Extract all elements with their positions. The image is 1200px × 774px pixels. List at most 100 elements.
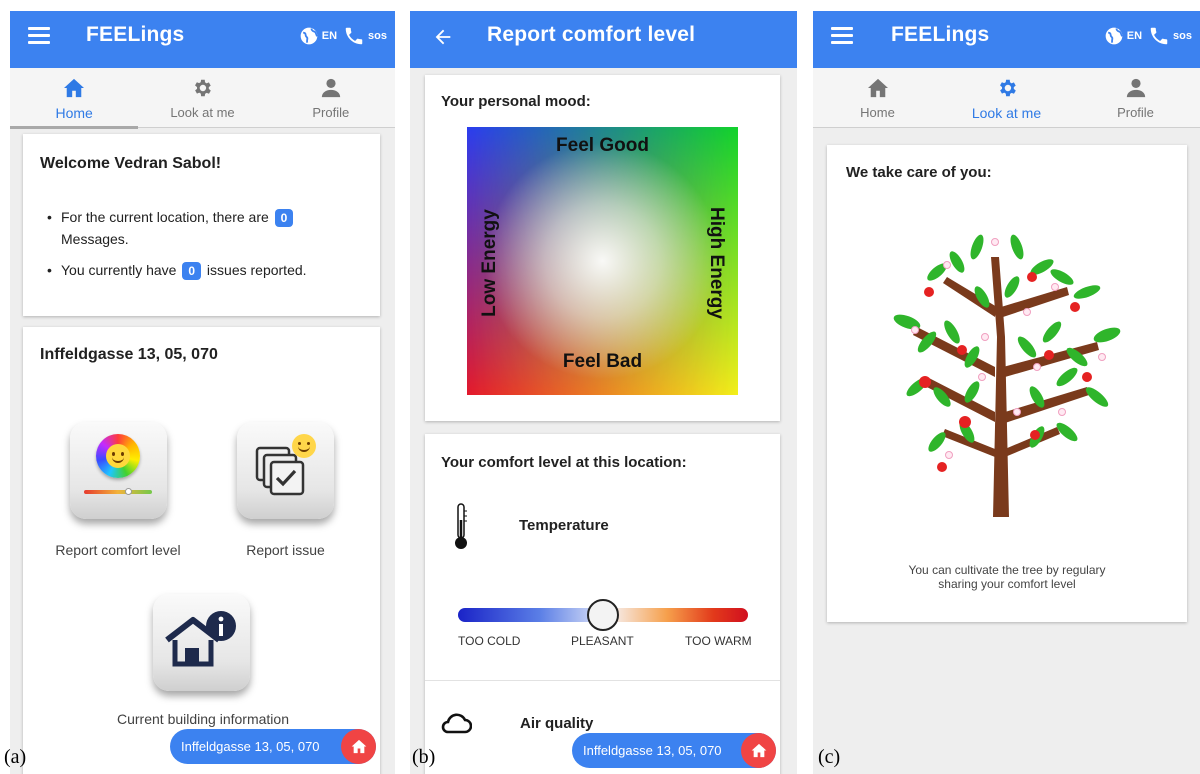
phone-icon bbox=[345, 27, 363, 45]
tab-bar: Home Look at me Profile bbox=[10, 68, 395, 129]
welcome-title: Welcome Vedran Sabol! bbox=[40, 155, 222, 172]
figure-label-b: (b) bbox=[412, 746, 436, 768]
mood-label-right: High Energy bbox=[706, 207, 727, 319]
messages-text-pre: For the current location, there are bbox=[61, 209, 269, 225]
tab-bar: Home Look at me Profile bbox=[813, 68, 1200, 128]
issues-count-badge[interactable]: 0 bbox=[182, 262, 202, 280]
tab-look-at-me-label: Look at me bbox=[971, 105, 1042, 121]
messages-text-post: Messages. bbox=[61, 231, 129, 247]
building-info-label[interactable]: Current building information bbox=[63, 711, 343, 727]
sos-button[interactable]: SOS bbox=[1148, 25, 1192, 47]
home-fab[interactable] bbox=[741, 733, 776, 768]
app-title: FEELings bbox=[86, 23, 185, 46]
tab-home-label: Home bbox=[860, 105, 895, 120]
cloud-icon bbox=[441, 713, 472, 734]
report-issue-button[interactable] bbox=[237, 422, 334, 519]
tree-caption-line1: You can cultivate the tree by regulary bbox=[908, 563, 1106, 577]
home-icon bbox=[751, 743, 766, 758]
tab-profile-label: Profile bbox=[1117, 105, 1154, 120]
app-bar: Report comfort level bbox=[410, 11, 797, 68]
globe-icon bbox=[1105, 27, 1123, 45]
app-bar: FEELings EN SOS bbox=[813, 11, 1200, 68]
language-button[interactable]: EN bbox=[299, 26, 337, 46]
tab-home-label: Home bbox=[55, 105, 93, 121]
language-button[interactable]: EN bbox=[1104, 26, 1142, 46]
sos-label: SOS bbox=[368, 30, 387, 42]
location-title: Inffeldgasse 13, 05, 070 bbox=[40, 346, 218, 363]
home-icon bbox=[351, 739, 366, 754]
screen-title: Report comfort level bbox=[487, 23, 696, 46]
location-pill[interactable]: Inffeldgasse 13, 05, 070 bbox=[170, 729, 376, 764]
person-icon bbox=[1123, 76, 1149, 100]
tab-indicator bbox=[10, 126, 138, 129]
back-arrow-icon[interactable] bbox=[432, 26, 454, 53]
figure-label-a: (a) bbox=[4, 746, 27, 768]
app-title: FEELings bbox=[891, 23, 990, 46]
menu-icon[interactable] bbox=[28, 27, 50, 49]
issues-bullet: • You currently have 0 issues reported. bbox=[47, 262, 307, 280]
home-icon bbox=[61, 76, 87, 100]
home-icon bbox=[865, 76, 891, 100]
building-info-button[interactable] bbox=[153, 594, 250, 691]
mood-card: Your personal mood: Feel Good Feel Bad L… bbox=[425, 75, 780, 421]
tab-look-at-me[interactable]: Look at me bbox=[138, 68, 266, 127]
temperature-slider-thumb[interactable] bbox=[587, 599, 619, 631]
location-pill-label: Inffeldgasse 13, 05, 070 bbox=[181, 739, 320, 754]
air-quality-label: Air quality bbox=[520, 715, 594, 732]
mood-label-bottom: Feel Bad bbox=[562, 351, 643, 372]
messages-count-badge[interactable]: 0 bbox=[274, 209, 294, 227]
divider bbox=[425, 680, 780, 681]
language-label: EN bbox=[1126, 30, 1143, 42]
figure-label-c: (c) bbox=[818, 746, 841, 768]
home-fab[interactable] bbox=[341, 729, 376, 764]
mood-color-picker[interactable]: Feel Good Feel Bad Low Energy High Energ… bbox=[467, 127, 738, 395]
app-bar: FEELings EN SOS bbox=[10, 11, 395, 68]
tree-card-title: We take care of you: bbox=[846, 164, 992, 181]
tab-look-at-me-label: Look at me bbox=[170, 105, 235, 120]
menu-icon[interactable] bbox=[831, 27, 853, 49]
slider-label-pleasant: PLEASANT bbox=[571, 634, 634, 648]
tree-card: We take care of you: You can cultivate t… bbox=[827, 145, 1187, 622]
slider-label-cold: TOO COLD bbox=[458, 634, 521, 648]
comfort-scale-bar bbox=[84, 490, 152, 494]
tab-look-at-me[interactable]: Look at me bbox=[942, 68, 1071, 127]
tab-profile-label: Profile bbox=[312, 105, 350, 120]
messages-bullet: • For the current location, there are 0 … bbox=[47, 206, 361, 250]
tab-home[interactable]: Home bbox=[10, 68, 138, 127]
phone-icon bbox=[1150, 27, 1168, 45]
tab-profile[interactable]: Profile bbox=[267, 68, 395, 127]
location-pill[interactable]: Inffeldgasse 13, 05, 070 bbox=[572, 733, 776, 768]
report-comfort-button[interactable] bbox=[70, 422, 167, 519]
sos-label: SOS bbox=[1173, 30, 1192, 42]
tree-caption: You can cultivate the tree by regulary s… bbox=[827, 563, 1187, 591]
house-info-icon bbox=[165, 611, 236, 667]
slider-label-warm: TOO WARM bbox=[685, 634, 752, 648]
mood-label-left: Low Energy bbox=[479, 209, 500, 317]
tree-caption-line2: sharing your comfort level bbox=[938, 577, 1076, 591]
tab-home[interactable]: Home bbox=[813, 68, 942, 127]
phone-screen-report-comfort: Report comfort level Your personal mood:… bbox=[410, 11, 797, 774]
report-issue-label[interactable]: Report issue bbox=[213, 542, 358, 558]
mood-label-top: Feel Good bbox=[556, 135, 649, 156]
issues-text-pre: You currently have bbox=[61, 262, 177, 278]
tab-profile[interactable]: Profile bbox=[1071, 68, 1200, 127]
phone-screen-home: FEELings EN SOS Home Look at me bbox=[10, 11, 395, 774]
phone-screen-look-at-me: FEELings EN SOS Home Look at me bbox=[813, 11, 1200, 774]
location-card: Inffeldgasse 13, 05, 070 Report comfort … bbox=[23, 327, 380, 774]
smiley-icon bbox=[292, 434, 316, 458]
person-icon bbox=[318, 76, 344, 100]
welcome-card: Welcome Vedran Sabol! • For the current … bbox=[23, 134, 380, 316]
smiley-color-wheel-icon bbox=[96, 434, 140, 478]
report-comfort-label[interactable]: Report comfort level bbox=[33, 542, 203, 558]
language-label: EN bbox=[321, 30, 338, 42]
issues-text-post: issues reported. bbox=[206, 262, 307, 278]
tree-illustration bbox=[893, 234, 1121, 517]
thermometer-icon bbox=[455, 503, 467, 549]
gear-icon bbox=[189, 76, 215, 100]
sos-button[interactable]: SOS bbox=[343, 25, 387, 47]
comfort-title: Your comfort level at this location: bbox=[441, 454, 687, 471]
gear-icon bbox=[994, 76, 1020, 100]
mood-title: Your personal mood: bbox=[441, 93, 591, 110]
location-pill-label: Inffeldgasse 13, 05, 070 bbox=[583, 743, 722, 758]
temperature-label: Temperature bbox=[519, 517, 609, 534]
